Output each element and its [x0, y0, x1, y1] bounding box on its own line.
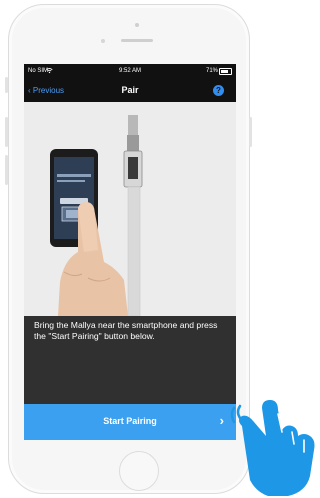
pointing-hand-icon — [230, 400, 315, 496]
volume-down-button — [5, 155, 8, 185]
status-bar: No SIM 9:52 AM 71% — [24, 64, 236, 80]
home-button[interactable] — [119, 451, 159, 491]
sensor-dot — [101, 39, 105, 43]
navigation-bar: ‹ Previous Pair ? — [24, 80, 236, 102]
battery-icon — [219, 68, 232, 75]
status-time: 9:52 AM — [118, 68, 141, 74]
instruction-text: Bring the Mallya near the smartphone and… — [34, 320, 218, 341]
front-camera — [135, 23, 139, 27]
power-button — [249, 117, 252, 147]
volume-up-button — [5, 117, 8, 147]
pairing-photo — [24, 102, 236, 316]
app-screen: No SIM 9:52 AM 71% ‹ Previous Pair ? Bri… — [24, 64, 236, 440]
mute-switch — [5, 77, 8, 93]
pairing-illustration — [24, 102, 236, 316]
earpiece-speaker — [121, 39, 153, 42]
chevron-right-icon: › — [219, 413, 224, 428]
page-title: Pair — [121, 85, 139, 95]
start-pairing-label: Start Pairing — [103, 416, 157, 426]
start-pairing-button[interactable]: Start Pairing › — [24, 404, 236, 440]
help-icon[interactable]: ? — [213, 85, 224, 96]
battery-percent: 71% — [205, 68, 218, 74]
